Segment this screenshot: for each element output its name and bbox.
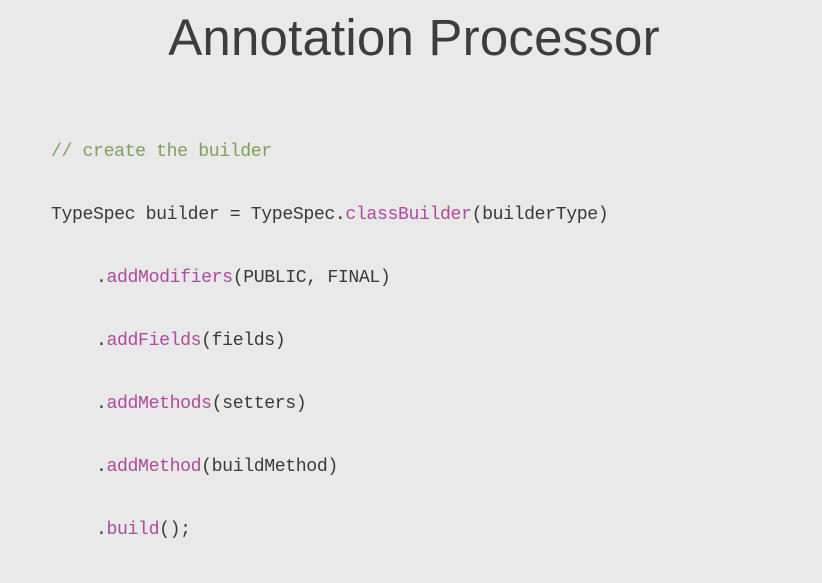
code-line-chain: .addMethod(buildMethod) <box>51 457 608 478</box>
code-args: (setters) <box>211 394 307 414</box>
code-dot: . <box>96 331 107 351</box>
slide-title: Annotation Processor <box>168 9 660 66</box>
code-method-addmodifiers: addModifiers <box>106 268 234 288</box>
code-method-build: build <box>106 520 160 540</box>
code-declaration-suffix: (builderType) <box>471 205 609 225</box>
slide: Annotation Processor // create the build… <box>0 0 822 540</box>
code-method-addmethods: addMethods <box>106 394 213 414</box>
code-line-chain: .addFields(fields) <box>51 331 608 352</box>
code-block: // create the builder TypeSpec builder =… <box>51 100 609 583</box>
code-line-chain: .addMethods(setters) <box>51 394 608 415</box>
code-line-declaration: TypeSpec builder = TypeSpec.classBuilder… <box>51 205 609 226</box>
code-dot: . <box>96 268 107 288</box>
code-line-chain: .build(); <box>51 520 608 541</box>
code-args: (PUBLIC, FINAL) <box>232 268 391 288</box>
code-method-classbuilder: classBuilder <box>345 205 472 225</box>
code-dot: . <box>96 520 107 540</box>
code-args: (fields) <box>201 331 286 351</box>
code-declaration-prefix: TypeSpec builder = TypeSpec. <box>51 205 346 225</box>
code-comment: // create the builder <box>51 142 272 162</box>
code-method-addfields: addFields <box>106 331 202 351</box>
code-line-chain: .addModifiers(PUBLIC, FINAL) <box>51 268 608 289</box>
code-args: (); <box>159 520 191 540</box>
code-line-comment: // create the builder <box>51 142 608 163</box>
code-dot: . <box>96 394 107 414</box>
code-dot: . <box>96 457 107 477</box>
code-method-addmethod: addMethod <box>106 457 202 477</box>
code-args: (buildMethod) <box>201 457 338 477</box>
